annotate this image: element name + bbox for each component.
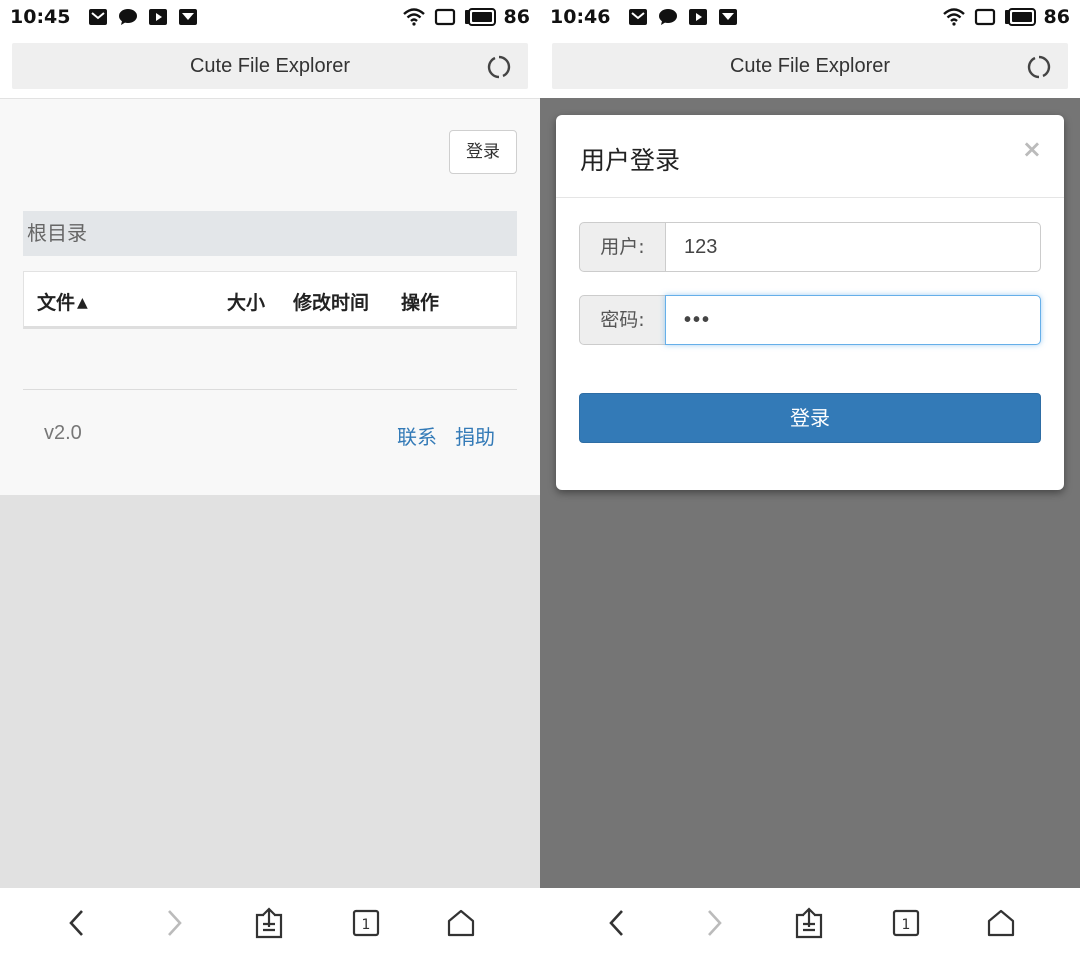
refresh-icon[interactable] bbox=[486, 54, 512, 80]
username-group: 用户: 123 bbox=[579, 222, 1041, 272]
wifi-icon bbox=[942, 8, 965, 26]
share-icon bbox=[795, 907, 823, 939]
status-bar: 10:45 86 bbox=[0, 0, 540, 34]
page-background bbox=[0, 495, 540, 888]
password-input[interactable]: ••• bbox=[665, 295, 1041, 345]
forward-icon bbox=[168, 910, 182, 936]
share-button[interactable] bbox=[792, 906, 826, 940]
screen-rotate-icon bbox=[434, 8, 455, 26]
system-icons: 86 bbox=[942, 6, 1070, 28]
play-icon bbox=[689, 9, 707, 25]
status-time: 10:45 bbox=[10, 6, 71, 28]
home-icon bbox=[447, 909, 475, 937]
wifi-icon bbox=[402, 8, 425, 26]
battery-level: 86 bbox=[503, 6, 530, 28]
login-button[interactable]: 登录 bbox=[449, 130, 517, 174]
back-icon bbox=[69, 910, 83, 936]
gmail-icon bbox=[89, 9, 107, 25]
gmail-icon bbox=[629, 9, 647, 25]
battery-icon bbox=[464, 8, 496, 26]
tabs-button[interactable]: 1 bbox=[349, 906, 383, 940]
sort-asc-icon: ▲ bbox=[77, 295, 88, 311]
column-file-label: 文件 bbox=[37, 292, 76, 314]
donate-link[interactable]: 捐助 bbox=[455, 421, 495, 450]
browser-title-bar: Cute File Explorer bbox=[552, 43, 1068, 89]
browser-bottom-nav: 1 bbox=[540, 888, 1080, 959]
phone-screen-right: 10:46 86 Cute File Explorer 用户登录 × 用户: 1… bbox=[540, 0, 1080, 959]
forward-button[interactable] bbox=[157, 906, 191, 940]
footer-divider bbox=[23, 389, 517, 390]
contact-link[interactable]: 联系 bbox=[397, 421, 437, 450]
play-icon bbox=[149, 9, 167, 25]
username-input[interactable]: 123 bbox=[665, 222, 1041, 272]
home-icon bbox=[987, 909, 1015, 937]
battery-level: 86 bbox=[1043, 6, 1070, 28]
notification-icons bbox=[88, 8, 198, 26]
back-icon bbox=[609, 910, 623, 936]
status-bar: 10:46 86 bbox=[540, 0, 1080, 34]
modal-title: 用户登录 bbox=[580, 146, 681, 175]
phone-screen-left: 10:45 86 Cute File Explorer 登录 根目录 文件 ▲ 大… bbox=[0, 0, 540, 959]
column-modified-time[interactable]: 修改时间 bbox=[293, 288, 369, 315]
password-label: 密码: bbox=[579, 295, 666, 345]
close-icon[interactable]: × bbox=[1022, 135, 1042, 163]
system-icons: 86 bbox=[402, 6, 530, 28]
breadcrumb[interactable]: 根目录 bbox=[23, 211, 517, 256]
chat-bubble-icon bbox=[659, 9, 677, 25]
tabs-icon: 1 bbox=[892, 909, 920, 937]
share-icon bbox=[255, 907, 283, 939]
refresh-icon[interactable] bbox=[1026, 54, 1052, 80]
status-time: 10:46 bbox=[550, 6, 611, 28]
home-button[interactable] bbox=[444, 906, 478, 940]
browser-title-bar: Cute File Explorer bbox=[12, 43, 528, 89]
notification-icons bbox=[628, 8, 738, 26]
image-icon bbox=[179, 9, 197, 25]
svg-text:1: 1 bbox=[902, 917, 911, 933]
column-file[interactable]: 文件 ▲ bbox=[37, 288, 88, 315]
chat-bubble-icon bbox=[119, 9, 137, 25]
back-button[interactable] bbox=[600, 906, 634, 940]
back-button[interactable] bbox=[60, 906, 94, 940]
battery-icon bbox=[1004, 8, 1036, 26]
tabs-button[interactable]: 1 bbox=[889, 906, 923, 940]
password-group: 密码: ••• bbox=[579, 295, 1041, 345]
file-table-header: 文件 ▲ 大小 修改时间 操作 bbox=[23, 271, 517, 329]
image-icon bbox=[719, 9, 737, 25]
column-size[interactable]: 大小 bbox=[227, 288, 265, 315]
screen-rotate-icon bbox=[974, 8, 995, 26]
browser-bottom-nav: 1 bbox=[0, 888, 540, 959]
svg-text:1: 1 bbox=[362, 917, 371, 933]
home-button[interactable] bbox=[984, 906, 1018, 940]
page-title: Cute File Explorer bbox=[729, 55, 891, 77]
version-label: v2.0 bbox=[44, 422, 82, 444]
page-title: Cute File Explorer bbox=[189, 55, 351, 77]
column-actions: 操作 bbox=[401, 292, 440, 314]
footer-links: 联系 捐助 bbox=[397, 421, 495, 450]
login-modal: 用户登录 × 用户: 123 密码: ••• 登录 bbox=[556, 115, 1064, 490]
submit-login-button[interactable]: 登录 bbox=[579, 393, 1041, 443]
forward-icon bbox=[708, 910, 722, 936]
forward-button[interactable] bbox=[697, 906, 731, 940]
share-button[interactable] bbox=[252, 906, 286, 940]
username-label: 用户: bbox=[579, 222, 666, 272]
tabs-icon: 1 bbox=[352, 909, 380, 937]
modal-header-divider bbox=[556, 197, 1064, 198]
